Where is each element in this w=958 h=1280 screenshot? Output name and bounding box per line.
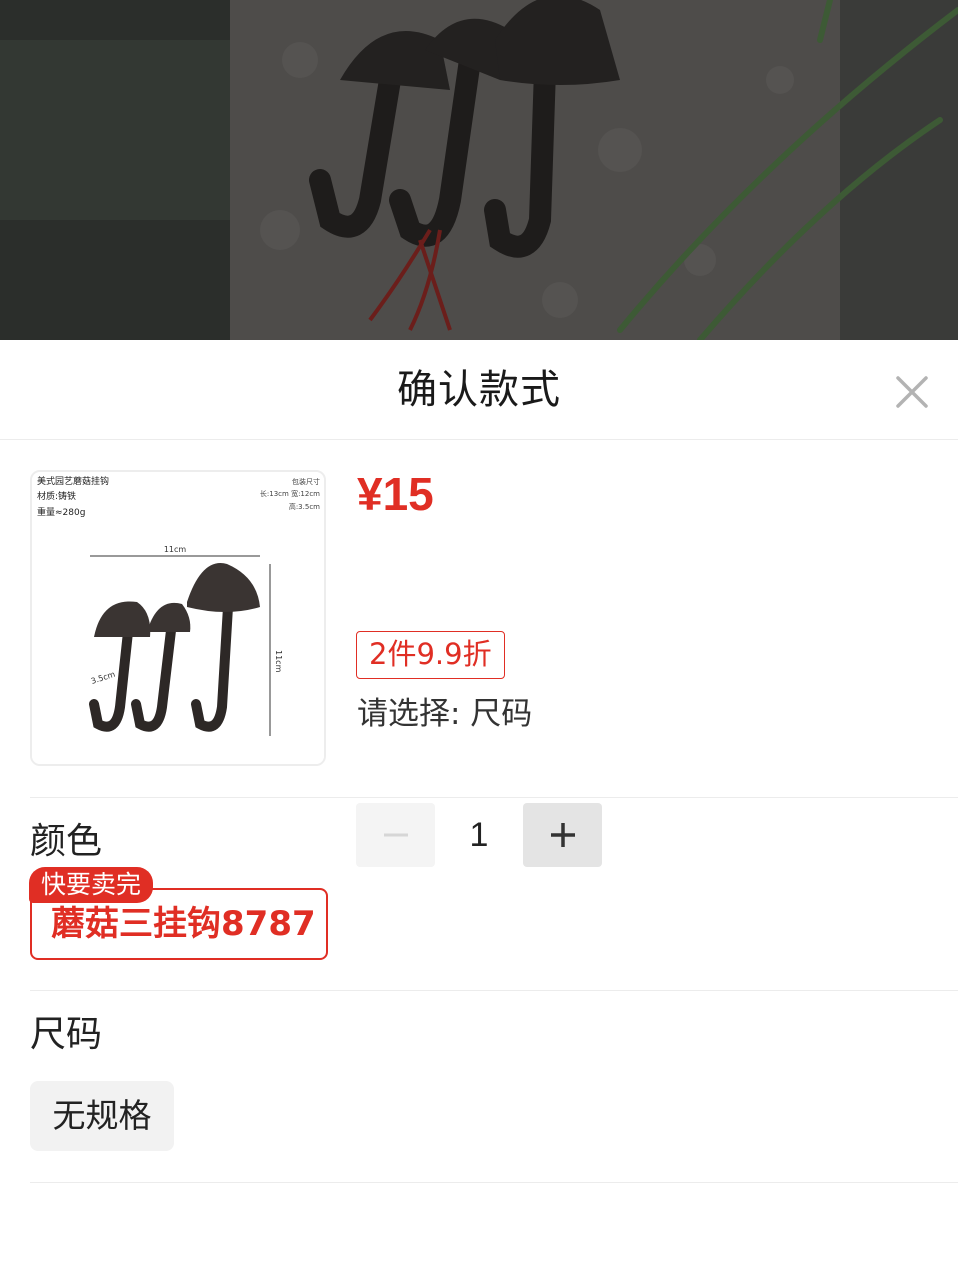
size-option[interactable]: 无规格 — [30, 1081, 174, 1151]
sheet-title: 确认款式 — [397, 367, 561, 413]
thumb-pack-height: 高:3.5cm — [289, 502, 320, 511]
selection-hint: 请选择: 尺码 — [357, 696, 533, 732]
quantity-stepper: 1 — [356, 803, 602, 867]
quantity-value[interactable]: 1 — [435, 803, 523, 867]
product-thumbnail[interactable]: 美式园艺蘑菇挂钩 材质:铸铁 重量≈280g 包装尺寸 长:13cm 宽:12c… — [30, 470, 326, 766]
thumb-pack-label: 包装尺寸 — [292, 477, 320, 486]
background-product-photo — [0, 0, 958, 340]
thumb-width-label: 11cm — [164, 545, 187, 554]
promo-tag: 2件9.9折 — [356, 631, 505, 679]
thumb-pack-dims: 长:13cm 宽:12cm — [260, 489, 320, 498]
size-section-label: 尺码 — [30, 1014, 103, 1055]
low-stock-badge: 快要卖完 — [29, 867, 154, 903]
product-price: ¥15 — [357, 468, 434, 520]
increase-quantity-button[interactable] — [523, 803, 602, 867]
close-button[interactable] — [888, 368, 936, 416]
minus-icon — [383, 833, 408, 837]
close-icon — [896, 376, 928, 408]
divider — [30, 1182, 958, 1183]
divider — [30, 797, 958, 798]
thumb-weight: 重量≈280g — [37, 506, 85, 518]
sku-selection-sheet: 确认款式 美式园艺蘑菇挂钩 材质:铸铁 重量≈280g 包装尺寸 长:13cm … — [0, 340, 958, 1280]
plus-icon — [550, 823, 575, 847]
decrease-quantity-button[interactable] — [356, 803, 435, 867]
color-section-label: 颜色 — [30, 821, 103, 862]
product-summary: 美式园艺蘑菇挂钩 材质:铸铁 重量≈280g 包装尺寸 长:13cm 宽:12c… — [0, 440, 958, 867]
thumb-material: 材质:铸铁 — [37, 490, 76, 502]
divider — [30, 990, 958, 991]
thumb-title: 美式园艺蘑菇挂钩 — [37, 475, 109, 487]
thumb-height-label: 11cm — [274, 650, 283, 673]
sheet-header: 确认款式 — [0, 340, 958, 440]
